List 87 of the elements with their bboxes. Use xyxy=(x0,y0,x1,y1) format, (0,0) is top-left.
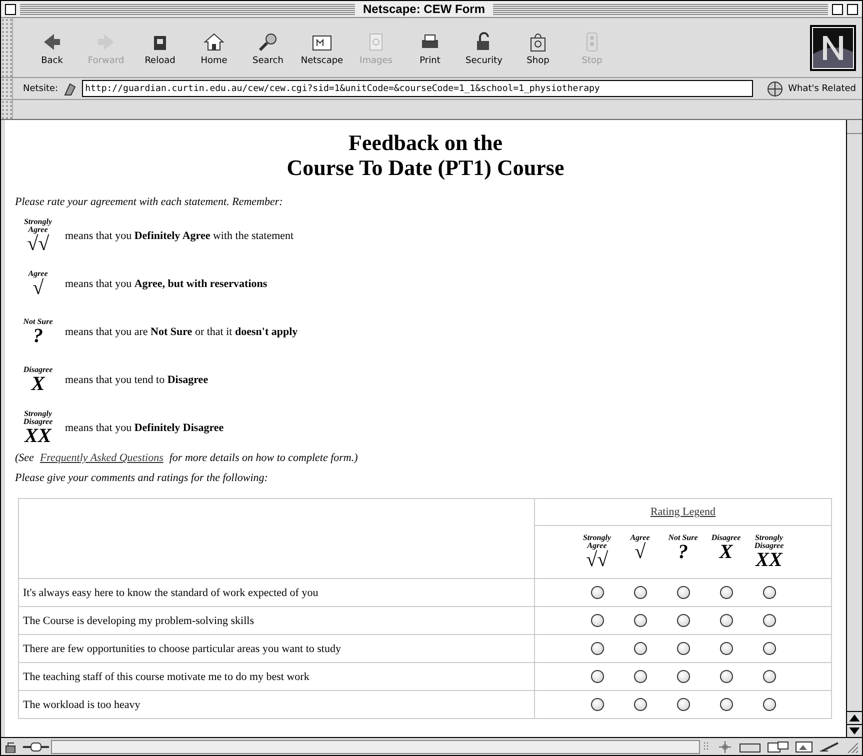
toolbar-button[interactable]: Back xyxy=(25,30,79,66)
toolbar-button[interactable]: Netscape xyxy=(295,30,349,66)
location-label: Netsite: xyxy=(23,84,58,94)
radio-button[interactable] xyxy=(720,670,732,683)
faq-link[interactable]: Frequently Asked Questions xyxy=(40,452,164,464)
rating-label: Disagree xyxy=(22,366,54,374)
radio-button[interactable] xyxy=(590,614,604,627)
rating-symbol: √√ xyxy=(586,550,608,570)
toolbar-button[interactable]: Search xyxy=(241,30,295,66)
rating-symbol: ? xyxy=(678,542,688,562)
toolbar-button[interactable]: Security xyxy=(457,30,511,66)
page-heading: Course To Date (PT1) Course xyxy=(286,155,566,180)
legend-text: means that you Definitely Agree with the statement xyxy=(65,230,294,242)
rating-label: Strongly Agree xyxy=(582,534,612,550)
radio-button[interactable] xyxy=(762,670,776,683)
rating-symbol: ? xyxy=(33,326,43,346)
toolbar-grip[interactable] xyxy=(1,100,13,119)
toolbar-grip[interactable] xyxy=(1,18,13,77)
rating-label: Strongly Agree xyxy=(22,218,53,234)
legend-text: means that you Definitely Disagree xyxy=(65,422,224,434)
radio-button[interactable] xyxy=(590,670,604,683)
rating-label: Strongly Disagree xyxy=(753,534,785,550)
rating-symbol: XX xyxy=(756,550,782,570)
radio-button[interactable] xyxy=(590,586,604,599)
rating-symbol: X xyxy=(719,542,733,562)
radio-button[interactable] xyxy=(762,698,776,711)
rating-label: Disagree xyxy=(710,534,742,542)
rating-label: Not Sure xyxy=(667,534,699,542)
statement-cell: The teaching staff of this course motivate me to do my best work xyxy=(18,662,534,690)
radio-button[interactable] xyxy=(720,642,732,655)
rating-legend-link[interactable]: Rating Legend xyxy=(650,506,716,518)
instruction-text: Please rate your agreement with each statement. Remember: xyxy=(15,196,284,208)
rating-label: Strongly Disagree xyxy=(22,410,54,426)
radio-button[interactable] xyxy=(590,698,604,711)
radio-button[interactable] xyxy=(720,586,732,599)
rating-symbol: √ xyxy=(32,278,44,298)
faq-text: (See xyxy=(15,452,34,464)
radio-button[interactable] xyxy=(676,698,690,711)
faq-text: for more details on how to complete form.) xyxy=(169,452,358,464)
vertical-scrollbar[interactable] xyxy=(846,120,862,737)
radio-button[interactable] xyxy=(634,586,646,599)
statement-cell: There are few opportunities to choose particular areas you want to study xyxy=(18,634,534,662)
rating-symbol: X xyxy=(31,374,45,394)
radio-button[interactable] xyxy=(634,642,646,655)
composer-icon xyxy=(794,740,814,752)
toolbar-button[interactable]: Print xyxy=(403,30,457,66)
legend-text: means that you Agree, but with reservations xyxy=(65,278,268,290)
radio-button[interactable] xyxy=(590,642,604,655)
radio-button[interactable] xyxy=(720,698,732,711)
legend-text: means that you are Not Sure or that it doesn't apply xyxy=(65,326,298,338)
collapse-button[interactable] xyxy=(847,4,858,14)
globe-icon xyxy=(767,80,786,96)
statement-cell: It's always easy here to know the standard of work expected of you xyxy=(18,578,534,606)
zoom-button[interactable] xyxy=(832,4,843,14)
radio-button[interactable] xyxy=(762,614,776,627)
toolbar-grip[interactable] xyxy=(1,78,13,99)
rating-label: Agree xyxy=(27,270,49,278)
radio-button[interactable] xyxy=(634,698,646,711)
rating-symbol: XX xyxy=(24,426,52,446)
statement-cell: The workload is too heavy xyxy=(18,690,534,718)
radio-button[interactable] xyxy=(762,642,776,655)
plug-icon xyxy=(23,740,49,752)
toolbar-button[interactable]: Shop xyxy=(511,30,565,66)
resize-grip-icon xyxy=(846,740,858,752)
page-heading: Feedback on the xyxy=(348,130,504,155)
radio-button[interactable] xyxy=(634,614,646,627)
radio-button[interactable] xyxy=(634,670,646,683)
rating-symbol: √ xyxy=(634,542,646,562)
radio-button[interactable] xyxy=(676,642,690,655)
window-title: Netscape: CEW Form xyxy=(362,2,486,16)
radio-button[interactable] xyxy=(762,586,776,599)
whats-related-button[interactable]: What's Related xyxy=(757,80,856,96)
radio-button[interactable] xyxy=(720,614,732,627)
rating-label: Not Sure xyxy=(22,318,54,326)
radio-button[interactable] xyxy=(676,670,690,683)
radio-button[interactable] xyxy=(676,586,690,599)
toolbar-button[interactable]: Home xyxy=(187,30,241,66)
url-field[interactable]: http://guardian.curtin.edu.au/cew/cew.cgi?sid=1&unitCode=&courseCode=1_1&school=1_physiotherapy xyxy=(82,80,754,97)
rating-label: Agree xyxy=(629,534,651,542)
statement-cell: The Course is developing my problem-solving skills xyxy=(18,606,534,634)
radio-button[interactable] xyxy=(676,614,690,627)
instruction-text: Please give your comments and ratings for the following: xyxy=(15,472,269,484)
close-button[interactable] xyxy=(5,4,16,14)
rating-symbol: √√ xyxy=(27,234,49,254)
logo-icon[interactable] xyxy=(810,24,856,70)
legend-text: means that you tend to Disagree xyxy=(65,374,208,386)
toolbar-button[interactable]: Reload xyxy=(133,30,187,66)
